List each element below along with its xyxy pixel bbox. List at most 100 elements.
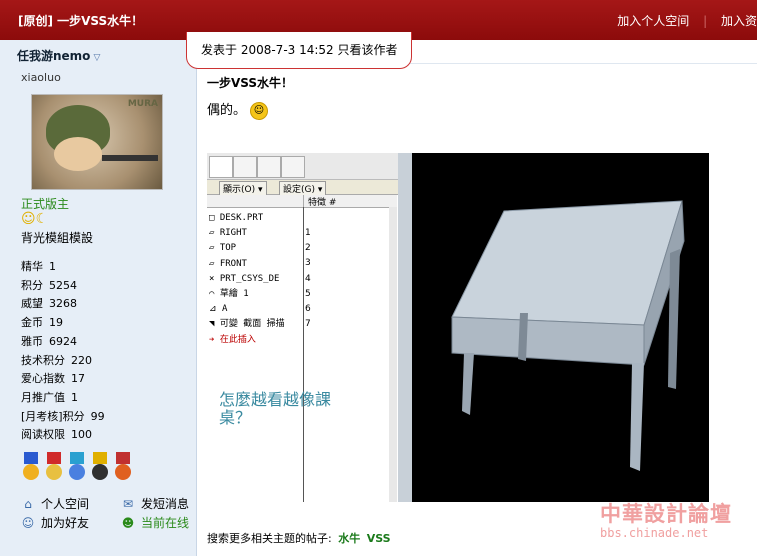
link-row: ⌂ 个人空间 ✉ 发短消息 (21, 495, 221, 514)
avatar[interactable]: MURA (31, 94, 163, 190)
author-sidebar: 任我游nemo ▽ xiaoluo MURA 正式版主 ☺☾ 背光模組模設 精华 1… (0, 40, 197, 556)
stat-value: 3268 (49, 297, 77, 311)
stat-row: 威望 3268 (21, 295, 105, 314)
scrollbar[interactable] (389, 207, 397, 502)
3d-viewport (398, 153, 709, 502)
tree-item[interactable]: □ DESK.PRT (209, 211, 285, 226)
stat-row: 阅读权限 100 (21, 426, 105, 445)
author-name-menu[interactable]: 任我游nemo ▽ (17, 47, 100, 64)
stat-label: 爱心指数 (21, 372, 65, 386)
stat-value: 1 (49, 260, 56, 273)
stat-row: 精华 1 (21, 258, 105, 277)
column-header: 特徵 # (207, 195, 397, 208)
rank-star-icon: ☺☾ (21, 211, 49, 227)
tree-item[interactable]: ⨯ PRT_CSYS_DE (209, 272, 285, 287)
stat-value: 17 (71, 372, 85, 386)
author-subname: xiaoluo (21, 71, 61, 84)
attached-image[interactable]: 顯示(O) ▾ 設定(G) ▾ 特徵 # □ DESK.PRT ▱ RIGHT … (207, 153, 709, 502)
stat-value: 100 (71, 428, 92, 442)
tree-item[interactable]: ▱ RIGHT (209, 226, 285, 241)
favorites-tab-icon[interactable] (257, 156, 281, 178)
stat-row: 月推广值 1 (21, 389, 105, 408)
user-rank: 正式版主 (21, 197, 70, 211)
medal-icon[interactable] (113, 452, 133, 482)
avatar-label: MURA (127, 99, 158, 109)
mail-icon: ✉ (122, 497, 134, 511)
stat-row: 技术积分 220 (21, 352, 105, 371)
tag-link[interactable]: VSS (367, 532, 391, 545)
panel-menus: 顯示(O) ▾ 設定(G) ▾ (207, 180, 398, 196)
stat-value: 220 (71, 353, 92, 367)
stat-label: [月考核]积分 (21, 409, 85, 423)
tree-item[interactable]: ⌒ 草繪 1 (209, 287, 285, 302)
feature-numbers: 1 2 3 4 5 6 7 (305, 226, 311, 332)
medal-list (21, 452, 133, 484)
post-meta: 发表于 2008-7-3 14:52 只看该作者 (201, 43, 398, 57)
add-friend-link[interactable]: ☺ 加为好友 (21, 514, 121, 533)
divider: | (703, 14, 708, 28)
online-status-label: 当前在线 (141, 516, 190, 530)
personal-space-label[interactable]: 个人空间 (41, 497, 89, 511)
stat-row: 积分 5254 (21, 277, 105, 296)
watermark-url: bbs.chinade.net (600, 526, 709, 540)
user-group: 背光模組模設 (21, 231, 94, 245)
feature-number-header: 特徵 # (303, 195, 388, 208)
feature-number: 4 (305, 273, 311, 284)
user-stats: 精华 1 积分 5254 威望 3268 金币 19 雅币 6924 技术积分 220 爱心… (21, 258, 105, 445)
stat-label: 阅读权限 (21, 428, 65, 442)
display-menu[interactable]: 顯示(O) ▾ (219, 181, 267, 196)
stat-row: 金币 19 (21, 314, 105, 333)
post-title: 一步VSS水牛！ (207, 76, 294, 90)
avatar-gun (102, 155, 158, 161)
send-message-link[interactable]: ✉ 发短消息 (121, 495, 221, 514)
thread-title: [原创] 一步VSS水牛！ (18, 14, 144, 28)
handwritten-note: 怎麼越看越像課桌？ (219, 390, 332, 427)
add-friend-label[interactable]: 加为好友 (41, 516, 89, 530)
feature-number: 1 (305, 228, 311, 238)
author-links: ⌂ 个人空间 ✉ 发短消息 ☺ 加为好友 ☻ 当前在线 (21, 495, 221, 533)
medal-icon[interactable] (44, 452, 64, 482)
watermark-title: 中華設計論壇 (600, 502, 732, 526)
stat-row: 雅币 6924 (21, 333, 105, 352)
panel-tabs (207, 153, 398, 180)
tree-item[interactable]: ▱ TOP (209, 241, 285, 256)
link-row: ☺ 加为好友 ☻ 当前在线 (21, 514, 221, 533)
stat-label: 月推广值 (21, 390, 65, 404)
tree-item[interactable]: ▱ FRONT (209, 257, 285, 272)
add-personal-space-link[interactable]: 加入个人空间 (617, 14, 689, 28)
sash-handle[interactable] (398, 153, 412, 502)
folder-tab-icon[interactable] (281, 156, 305, 178)
tag-link[interactable]: 水牛 (338, 532, 360, 545)
medal-icon[interactable] (67, 452, 87, 482)
stat-value: 19 (49, 316, 63, 330)
post-body: 偶的。 ☺ (207, 99, 269, 120)
tree-item[interactable]: ⊿ A (209, 302, 285, 317)
tags-prefix: 搜索更多相关主题的帖子: (207, 532, 332, 545)
personal-space-link[interactable]: ⌂ 个人空间 (21, 495, 121, 514)
settings-menu[interactable]: 設定(G) ▾ (279, 181, 327, 196)
stat-value: 6924 (49, 334, 77, 348)
online-status: ☻ 当前在线 (121, 514, 221, 533)
stat-value: 5254 (49, 278, 77, 292)
medal-icon[interactable] (90, 452, 110, 482)
tree-item[interactable]: ➔ 在此插入 (209, 333, 285, 348)
user-add-icon: ☺ (21, 516, 35, 530)
user-online-icon: ☻ (121, 516, 135, 530)
feature-number: 6 (305, 304, 311, 315)
smiley-icon: ☺ (250, 101, 269, 120)
layers-tab-icon[interactable] (233, 156, 257, 178)
chevron-down-icon[interactable]: ▽ (93, 53, 100, 63)
author-name[interactable]: 任我游nemo (17, 49, 90, 63)
stat-row: [月考核]积分 99 (21, 408, 105, 427)
tree-item[interactable]: ◥ 可變 截面 掃描 (209, 317, 285, 332)
post-text: 偶的。 (207, 103, 247, 118)
send-message-label[interactable]: 发短消息 (141, 497, 189, 511)
site-watermark: 中華設計論壇 bbs.chinade.net (600, 498, 750, 550)
add-resource-link[interactable]: 加入资 (721, 14, 757, 28)
medal-icon[interactable] (21, 452, 41, 482)
desk-model (451, 200, 685, 471)
stat-value: 99 (90, 409, 105, 423)
feature-tree: □ DESK.PRT ▱ RIGHT ▱ TOP ▱ FRONT ⨯ PRT_C… (209, 211, 285, 348)
feature-number: 2 (305, 243, 311, 254)
tree-tab-icon[interactable] (209, 156, 233, 178)
